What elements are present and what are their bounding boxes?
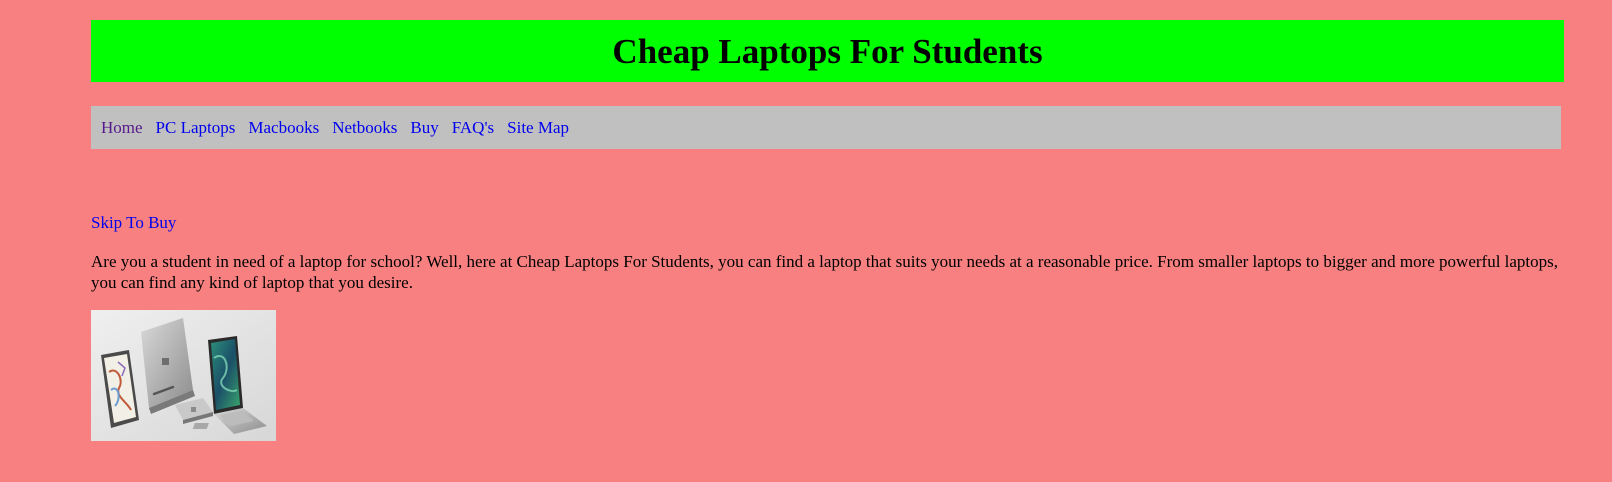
nav-link-pc-laptops[interactable]: PC Laptops — [156, 118, 236, 138]
nav-link-home[interactable]: Home — [101, 118, 143, 138]
nav-link-faqs[interactable]: FAQ's — [452, 118, 494, 138]
nav-link-site-map[interactable]: Site Map — [507, 118, 569, 138]
site-title: Cheap Laptops For Students — [612, 31, 1043, 71]
skip-to-buy-link[interactable]: Skip To Buy — [91, 213, 176, 233]
intro-paragraph: Are you a student in need of a laptop fo… — [91, 252, 1559, 292]
main-navigation: Home PC Laptops Macbooks Netbooks Buy FA… — [91, 106, 1561, 149]
laptop-product-image — [91, 310, 276, 441]
nav-link-macbooks[interactable]: Macbooks — [248, 118, 319, 138]
site-header: Cheap Laptops For Students — [91, 20, 1564, 82]
nav-link-buy[interactable]: Buy — [410, 118, 438, 138]
nav-link-netbooks[interactable]: Netbooks — [332, 118, 397, 138]
